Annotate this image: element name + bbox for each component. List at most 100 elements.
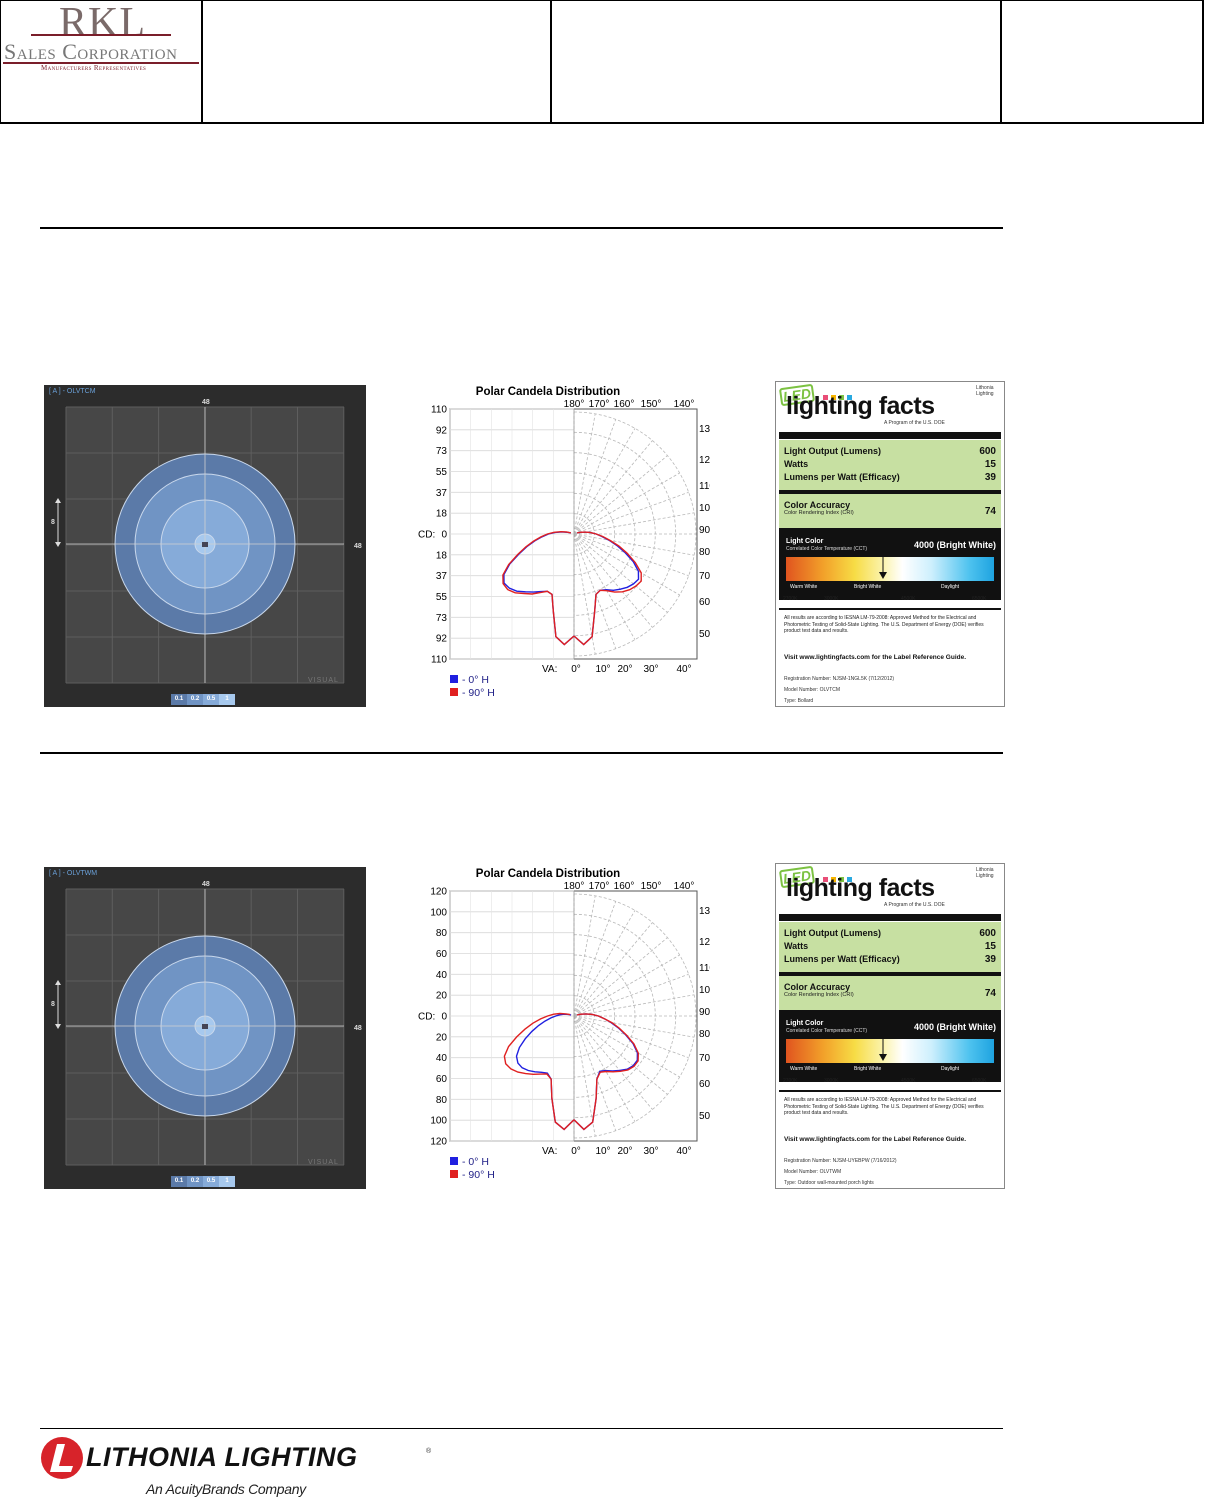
polar-right-tick-label: 120° <box>699 455 710 466</box>
lf-efficacy-row: Lumens per Watt (Efficacy) 39 <box>784 954 996 965</box>
polar-cd-tick-label: 80 <box>436 1095 448 1106</box>
lf-cri-value: 74 <box>984 988 996 999</box>
lf-cri-value: 74 <box>984 506 996 517</box>
lf-kelvin-tick: 2700K <box>783 1078 798 1084</box>
header-cell-2 <box>202 1 552 122</box>
logo-divider <box>31 34 171 36</box>
polar-cd-tick-label: 20 <box>436 1032 448 1043</box>
lf-visit-link: Visit www.lightingfacts.com for the Labe… <box>784 654 967 661</box>
polar-top-tick-label: 180° <box>564 881 585 892</box>
polar-legend-label: - 90° H <box>462 1169 495 1181</box>
polar-right-tick-label: 80° <box>699 1029 710 1040</box>
polar-cd-tick-label: 73 <box>436 613 448 624</box>
iso-legend: 0.1 0.2 0.5 1 <box>171 1176 235 1187</box>
polar-cd-tick-label: 100 <box>430 1116 447 1127</box>
lf-brand: Lithonia Lighting <box>976 385 994 397</box>
lf-disclaimer: All results are according to IESNA LM-79… <box>784 1097 984 1116</box>
lighting-facts-label-1: Lithonia Lighting LED lighting facts A Prog… <box>775 381 1005 707</box>
iso-legend-item: 0.1 <box>171 1176 187 1187</box>
lf-output-value: 600 <box>979 446 996 457</box>
polar-top-tick-label: 170° <box>589 399 610 410</box>
iso-contours <box>55 888 345 1166</box>
iso-legend-item: 0.2 <box>187 694 203 705</box>
section-rule-1 <box>40 227 1003 229</box>
lf-cct-gradient <box>786 1039 994 1063</box>
polar-bottom-tick-label: 20° <box>617 1146 632 1157</box>
lf-kelvin-tick: 3000K <box>824 596 839 602</box>
lf-cri-heading: Color Accuracy <box>784 500 851 510</box>
iso-legend-item: 0.2 <box>187 1176 203 1187</box>
polar-right-tick-label: 110° <box>699 481 710 492</box>
polar-va-label: VA: <box>542 664 557 675</box>
lf-scale-daylight: Daylight <box>941 584 960 590</box>
polar-cd-tick-label: 40 <box>436 970 448 981</box>
polar-cd-tick-label: 55 <box>436 592 448 603</box>
polar-grid <box>449 408 698 660</box>
lf-efficacy-row: Lumens per Watt (Efficacy) 39 <box>784 472 996 483</box>
lf-visit-link: Visit www.lightingfacts.com for the Labe… <box>784 1136 967 1143</box>
lf-efficacy-label: Lumens per Watt (Efficacy) <box>784 954 900 964</box>
polar-candela-chart-1: Polar Candela Distribution180° 170° 160° 15… <box>418 386 710 699</box>
polar-cd-tick-label: 120 <box>430 887 447 898</box>
lf-kelvin-tick: 4500K <box>901 1078 916 1084</box>
lf-cri-heading: Color Accuracy <box>784 982 851 992</box>
polar-bottom-tick-label: 0° <box>571 1146 581 1157</box>
polar-cd-tick-label: 40 <box>436 1053 448 1064</box>
lf-watts-value: 15 <box>984 459 996 470</box>
lf-cct-gradient <box>786 557 994 581</box>
lf-watts-label: Watts <box>784 459 809 469</box>
section-rule-2 <box>40 752 1003 754</box>
iso-legend-item: 1 <box>219 694 235 705</box>
polar-right-tick-label: 130° <box>699 906 710 917</box>
lf-cri-label: Color Rendering Index (CRI) <box>784 992 854 998</box>
iso-legend-item: 0.5 <box>203 694 219 705</box>
lf-program: A Program of the U.S. DOE <box>884 420 945 426</box>
logo-tagline: Manufacturers Representatives <box>41 64 147 72</box>
lf-output-row: Light Output (Lumens) 600 <box>784 446 996 457</box>
footer-subtitle: An AcuityBrands Company <box>146 1481 306 1497</box>
polar-legend-label: - 0° H <box>462 1156 489 1168</box>
lf-cct-value: 4000 (Bright White) <box>913 1022 996 1032</box>
polar-title: Polar Candela Distribution <box>476 386 620 398</box>
polar-bottom-tick-label: 40° <box>676 664 691 675</box>
polar-cd-label: CD: <box>418 1012 435 1023</box>
iso-arrow-down <box>55 542 61 547</box>
lf-cct-pointer-icon <box>879 1039 887 1061</box>
lf-cct-pointer-icon <box>879 557 887 579</box>
isofootcandle-plot-1: [ A ] - OLVTCM 48 48 8 VISUAL 0.1 0.2 0.… <box>44 385 366 707</box>
polar-right-tick-label: 80° <box>699 547 710 558</box>
lf-cri-row: Color Accuracy 74 <box>784 982 996 999</box>
lf-title: lighting facts <box>786 392 935 420</box>
polar-grid <box>449 890 698 1142</box>
lf-watts-value: 15 <box>984 941 996 952</box>
lf-cct-label: Correlated Color Temperature (CCT) <box>786 1028 868 1034</box>
polar-bottom-tick-label: 20° <box>617 664 632 675</box>
lf-cri-label: Color Rendering Index (CRI) <box>784 510 854 516</box>
polar-top-tick-label: 150° <box>641 399 662 410</box>
iso-arrow-up <box>55 498 61 503</box>
polar-right-tick-label: 100° <box>699 985 710 996</box>
polar-right-tick-label: 100° <box>699 503 710 514</box>
lf-model: Model Number: OLVTCM <box>784 687 841 693</box>
lf-divider <box>779 914 1001 921</box>
polar-cd-tick-label: 60 <box>436 1074 448 1085</box>
polar-right-tick-label: 90° <box>699 1007 710 1018</box>
lf-output-label: Light Output (Lumens) <box>784 928 881 938</box>
polar-right-tick-label: 60° <box>699 597 710 608</box>
lf-cct-scale: Warm White Bright White Daylight <box>786 583 994 591</box>
lf-title: lighting facts <box>786 874 935 902</box>
polar-legend-swatch <box>450 688 458 696</box>
polar-cd-tick-label: 55 <box>436 467 448 478</box>
lf-scale-warm: Warm White <box>790 584 818 590</box>
lf-output-label: Light Output (Lumens) <box>784 446 881 456</box>
lf-divider <box>779 432 1001 439</box>
polar-legend-swatch <box>450 1157 458 1165</box>
polar-right-tick-label: 90° <box>699 525 710 536</box>
polar-cd-tick-label: 73 <box>436 446 448 457</box>
polar-cd-tick-label: 110 <box>431 405 447 416</box>
polar-right-tick-label: 50° <box>699 1111 710 1122</box>
lf-kelvin-tick: 6500K <box>972 1078 987 1084</box>
header-table: RKL Sales Corporation Manufacturers Repr… <box>0 0 1204 124</box>
polar-bottom-tick-label: 30° <box>643 664 658 675</box>
lf-cct-value: 4000 (Bright White) <box>913 540 996 550</box>
